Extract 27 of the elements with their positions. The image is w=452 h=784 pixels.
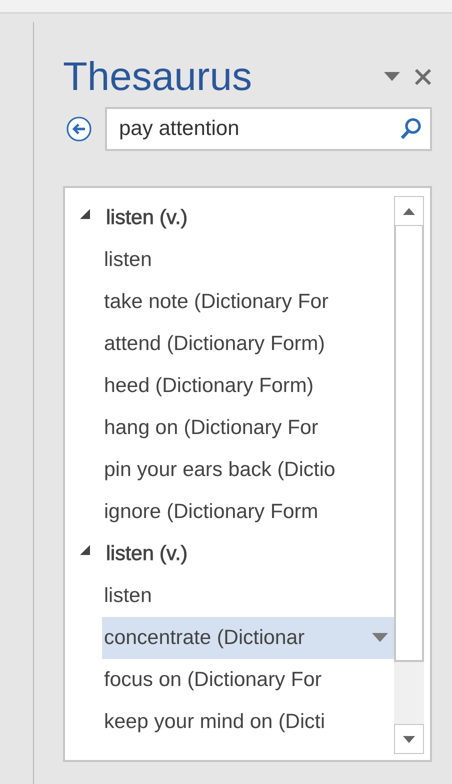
synonym-item[interactable]: ignore (Dictionary Form bbox=[65, 491, 394, 533]
synonym-item[interactable]: keep your mind on (Dicti bbox=[65, 701, 394, 743]
collapse-icon[interactable] bbox=[79, 544, 91, 556]
search-field[interactable]: pay attention bbox=[105, 107, 432, 151]
synonym-item[interactable]: hang on (Dictionary For bbox=[65, 407, 394, 449]
synonym-item[interactable]: concentrate (Dictionar bbox=[102, 617, 394, 659]
dropdown-icon[interactable] bbox=[384, 72, 400, 82]
synonym-item[interactable]: heed (Dictionary Form) bbox=[65, 365, 394, 407]
pane-title: Thesaurus bbox=[63, 54, 253, 100]
scroll-down-button[interactable] bbox=[394, 724, 424, 754]
synonym-item[interactable]: listen bbox=[65, 575, 394, 617]
collapse-icon[interactable] bbox=[79, 208, 91, 220]
synonym-item[interactable]: listen bbox=[65, 239, 394, 281]
synonym-item[interactable]: focus on (Dictionary For bbox=[65, 659, 394, 701]
synonym-item[interactable]: take note (Dictionary For bbox=[65, 281, 394, 323]
close-icon[interactable] bbox=[414, 68, 432, 86]
synonym-item[interactable]: pin your ears back (Dictio bbox=[65, 449, 394, 491]
synonym-item[interactable]: attend (Dictionary Form) bbox=[65, 323, 394, 365]
scroll-thumb[interactable] bbox=[394, 226, 424, 662]
down-arrow-icon bbox=[403, 736, 415, 742]
up-arrow-icon bbox=[403, 208, 415, 214]
category-heading[interactable]: listen (v.) bbox=[106, 542, 188, 566]
category-heading[interactable]: listen (v.) bbox=[106, 206, 188, 230]
scroll-up-button[interactable] bbox=[394, 196, 424, 226]
back-icon[interactable] bbox=[66, 116, 92, 142]
dropdown-icon[interactable] bbox=[372, 633, 388, 643]
search-icon[interactable] bbox=[400, 117, 422, 141]
